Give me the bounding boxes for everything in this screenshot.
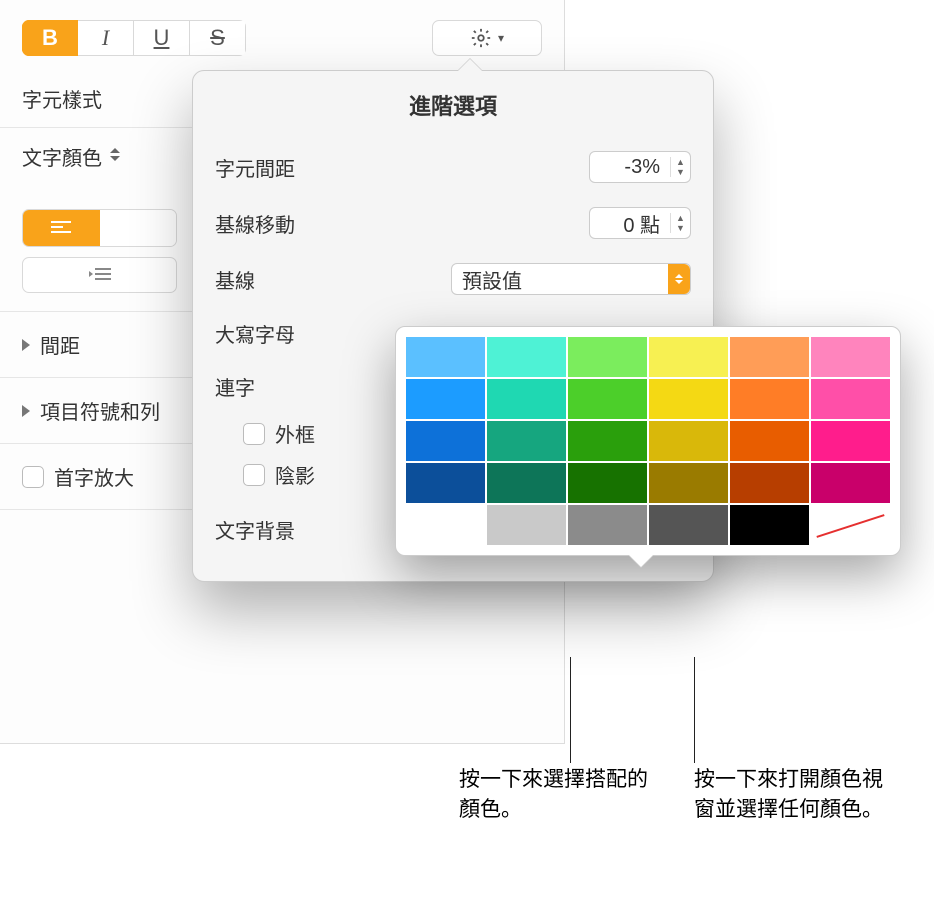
char-spacing-row: 字元間距 -3% ▲▼ <box>215 139 691 195</box>
alignment-segmented <box>22 209 177 247</box>
stepper-up[interactable]: ▲ <box>671 157 690 167</box>
baseline-shift-label: 基線移動 <box>215 209 295 238</box>
align-left-icon <box>51 220 71 236</box>
align-left-button[interactable] <box>23 210 100 246</box>
updown-icon <box>110 148 124 166</box>
char-spacing-label: 字元間距 <box>215 153 295 182</box>
color-swatch[interactable] <box>568 463 647 503</box>
color-swatch[interactable] <box>811 337 890 377</box>
indent-icon <box>89 267 111 283</box>
align-center-button[interactable] <box>100 210 177 246</box>
chevron-right-icon <box>22 339 30 351</box>
shadow-label: 陰影 <box>275 460 315 489</box>
chevron-right-icon <box>22 405 30 417</box>
popover-arrow <box>457 59 483 72</box>
color-swatch[interactable] <box>649 379 728 419</box>
color-swatch[interactable] <box>730 505 809 545</box>
color-swatch[interactable] <box>649 337 728 377</box>
italic-button[interactable]: I <box>78 20 134 56</box>
stepper-up[interactable]: ▲ <box>671 213 690 223</box>
chevron-down-icon: ▾ <box>498 31 504 45</box>
color-swatch[interactable] <box>649 505 728 545</box>
color-swatch[interactable] <box>487 463 566 503</box>
color-swatch[interactable] <box>406 337 485 377</box>
baseline-shift-value: 0 點 <box>590 209 670 238</box>
stepper-down[interactable]: ▼ <box>671 167 690 177</box>
color-swatch[interactable] <box>811 505 890 545</box>
callout-line <box>570 657 571 763</box>
baseline-label: 基線 <box>215 265 255 294</box>
popover-title: 進階選項 <box>215 89 691 121</box>
color-swatch[interactable] <box>487 337 566 377</box>
color-swatch[interactable] <box>811 421 890 461</box>
baseline-select[interactable]: 預設值 <box>451 263 691 295</box>
color-swatch[interactable] <box>487 505 566 545</box>
character-style-label: 字元樣式 <box>22 84 102 113</box>
baseline-select-value: 預設值 <box>462 265 522 294</box>
color-swatch[interactable] <box>568 379 647 419</box>
baseline-shift-row: 基線移動 0 點 ▲▼ <box>215 195 691 251</box>
bold-button[interactable]: B <box>22 20 78 56</box>
advanced-options-button[interactable]: ▾ <box>432 20 542 56</box>
text-color-label: 文字顏色 <box>22 142 102 171</box>
color-swatch[interactable] <box>406 379 485 419</box>
outline-label: 外框 <box>275 419 315 448</box>
color-swatch[interactable] <box>730 337 809 377</box>
char-spacing-value: -3% <box>590 156 670 179</box>
callout-left: 按一下來選擇搭配的顏色。 <box>459 765 649 826</box>
char-spacing-stepper[interactable]: -3% ▲▼ <box>589 151 691 183</box>
baseline-row: 基線 預設值 <box>215 251 691 307</box>
color-swatch-popover <box>395 326 901 556</box>
swatch-grid <box>406 337 890 545</box>
color-swatch[interactable] <box>730 421 809 461</box>
drop-cap-label: 首字放大 <box>54 462 134 491</box>
color-swatch[interactable] <box>487 379 566 419</box>
color-swatch[interactable] <box>568 421 647 461</box>
color-swatch[interactable] <box>406 421 485 461</box>
popover-arrow <box>628 554 654 567</box>
color-swatch[interactable] <box>811 463 890 503</box>
color-swatch[interactable] <box>730 379 809 419</box>
color-swatch[interactable] <box>406 463 485 503</box>
color-swatch[interactable] <box>730 463 809 503</box>
callout-right: 按一下來打開顏色視窗並選擇任何顏色。 <box>694 765 894 826</box>
color-swatch[interactable] <box>487 421 566 461</box>
strikethrough-button[interactable]: S <box>190 20 246 56</box>
bullets-label: 項目符號和列 <box>40 396 160 425</box>
color-swatch[interactable] <box>649 421 728 461</box>
color-swatch[interactable] <box>649 463 728 503</box>
caps-label: 大寫字母 <box>215 319 295 348</box>
color-swatch[interactable] <box>811 379 890 419</box>
callout-line <box>694 657 695 763</box>
stepper-down[interactable]: ▼ <box>671 223 690 233</box>
spacing-label: 間距 <box>40 330 80 359</box>
gear-icon <box>470 27 492 49</box>
shadow-checkbox[interactable] <box>243 464 265 486</box>
drop-cap-checkbox[interactable] <box>22 466 44 488</box>
ligatures-label: 連字 <box>215 372 255 401</box>
color-swatch[interactable] <box>568 337 647 377</box>
baseline-shift-stepper[interactable]: 0 點 ▲▼ <box>589 207 691 239</box>
color-swatch[interactable] <box>568 505 647 545</box>
color-swatch[interactable] <box>406 505 485 545</box>
text-bg-label: 文字背景 <box>215 515 295 544</box>
bius-group: B I U S <box>22 20 246 56</box>
outline-checkbox[interactable] <box>243 423 265 445</box>
underline-button[interactable]: U <box>134 20 190 56</box>
indent-button[interactable] <box>22 257 177 293</box>
